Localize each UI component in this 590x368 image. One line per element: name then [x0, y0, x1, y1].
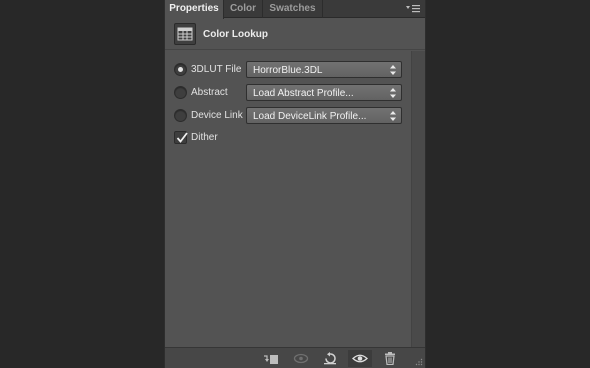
trash-icon[interactable]	[378, 350, 402, 367]
panel-header: Color Lookup	[165, 19, 425, 50]
resize-grip-icon[interactable]	[415, 358, 423, 366]
updown-arrows-icon	[389, 64, 397, 76]
radio-3dlut[interactable]	[174, 63, 187, 76]
updown-arrows-icon	[389, 110, 397, 122]
tab-swatches[interactable]: Swatches	[263, 0, 323, 18]
select-3dlut-file[interactable]: HorrorBlue.3DL	[246, 61, 402, 78]
label-dither: Dither	[191, 132, 218, 143]
option-row-device-link: Device Link Load DeviceLink Profile...	[174, 107, 404, 124]
panel-scrollbar[interactable]	[411, 51, 425, 347]
radio-abstract[interactable]	[174, 86, 187, 99]
label-abstract: Abstract	[191, 87, 228, 98]
select-abstract-profile[interactable]: Load Abstract Profile...	[246, 84, 402, 101]
option-row-abstract: Abstract Load Abstract Profile...	[174, 84, 404, 101]
select-abstract-value: Load Abstract Profile...	[253, 88, 354, 99]
label-3dlut: 3DLUT File	[191, 64, 242, 75]
option-row-3dlut: 3DLUT File HorrorBlue.3DL	[174, 61, 404, 78]
radio-device-link[interactable]	[174, 109, 187, 122]
select-devicelink-profile[interactable]: Load DeviceLink Profile...	[246, 107, 402, 124]
checkmark-icon	[176, 132, 188, 143]
panel-title: Color Lookup	[203, 29, 268, 40]
panel-tab-bar: Properties Color Swatches	[165, 0, 425, 19]
color-lookup-table-icon	[174, 23, 196, 45]
select-devicelink-value: Load DeviceLink Profile...	[253, 111, 367, 122]
properties-panel: Properties Color Swatches Color Lookup 3…	[164, 0, 426, 368]
label-device-link: Device Link	[191, 110, 243, 121]
panel-footer	[165, 347, 425, 368]
dither-row: Dither	[174, 129, 404, 146]
dither-checkbox[interactable]	[174, 131, 188, 144]
tab-properties[interactable]: Properties	[165, 0, 224, 19]
panel-content: 3DLUT File HorrorBlue.3DL Abstract Load …	[165, 51, 413, 347]
panel-menu-icon[interactable]	[405, 3, 421, 15]
updown-arrows-icon	[389, 87, 397, 99]
select-3dlut-value: HorrorBlue.3DL	[253, 65, 323, 76]
reset-icon[interactable]	[318, 350, 342, 367]
view-previous-state-icon[interactable]	[289, 350, 313, 367]
clip-to-layer-icon[interactable]	[259, 350, 283, 367]
visibility-eye-icon[interactable]	[348, 350, 372, 367]
tab-color[interactable]: Color	[224, 0, 263, 18]
